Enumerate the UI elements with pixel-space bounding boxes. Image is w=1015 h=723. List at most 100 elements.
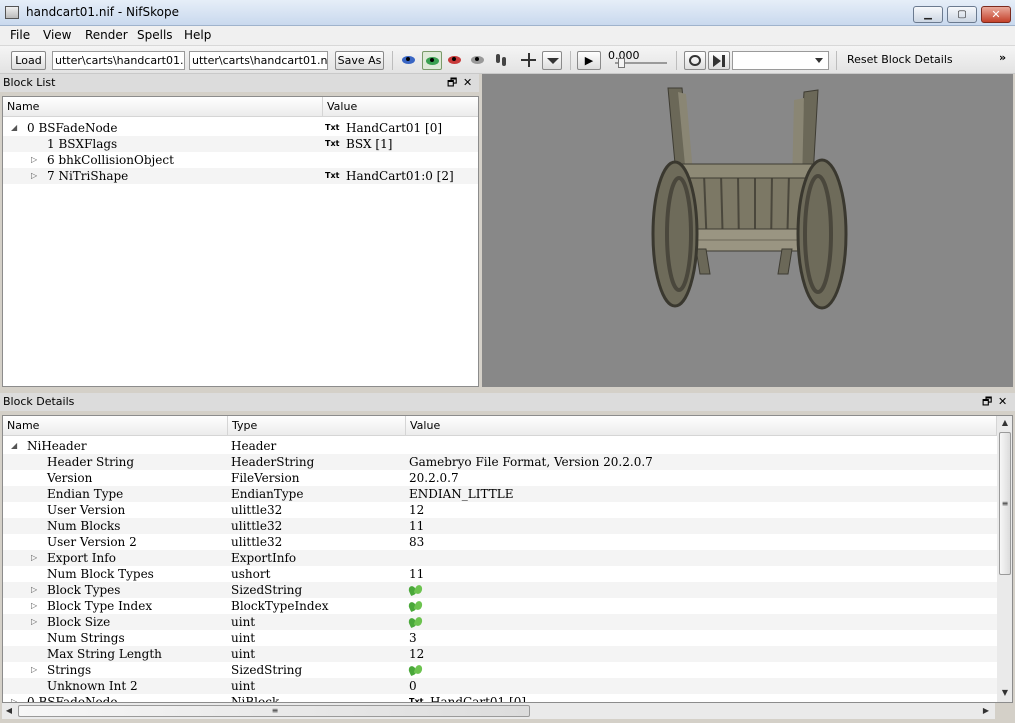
detail-row[interactable]: Max String Length uint 12: [3, 646, 997, 662]
column-header-value[interactable]: Value: [406, 416, 997, 436]
detail-row[interactable]: ▷ Block Types SizedString: [3, 582, 997, 598]
row-type: SizedString: [231, 663, 303, 677]
expand-arrow-icon[interactable]: ▷: [31, 168, 37, 184]
array-leaves-icon[interactable]: [409, 617, 423, 628]
menu-file[interactable]: File: [10, 28, 30, 42]
dock-close-icon[interactable]: ✕: [998, 393, 1007, 411]
minimize-button[interactable]: ▁: [913, 6, 943, 23]
expand-arrow-icon[interactable]: ▷: [31, 152, 37, 168]
block-list-tree[interactable]: Name Value ◢ 0 BSFadeNode Txt HandCart01…: [2, 96, 479, 387]
column-header-name[interactable]: Name: [3, 97, 323, 117]
array-leaves-icon[interactable]: [409, 585, 423, 596]
row-value: HandCart01 [0]: [346, 121, 443, 135]
row-name: User Version: [47, 503, 126, 517]
expand-arrow-icon[interactable]: ▷: [31, 614, 37, 630]
toolbar-overflow-icon[interactable]: »: [999, 51, 1006, 64]
footprints-icon[interactable]: [491, 51, 511, 70]
block-details-title: Block Details: [3, 395, 75, 408]
save-as-button[interactable]: Save As: [335, 51, 384, 70]
dock-float-icon[interactable]: 🗗: [447, 74, 457, 92]
load-path-field[interactable]: utter\carts\handcart01.nif: [52, 51, 185, 70]
collapse-arrow-icon[interactable]: ◢: [11, 120, 17, 136]
dropdown-arrow-icon[interactable]: [542, 51, 562, 70]
scroll-right-icon[interactable]: ▶: [979, 704, 993, 718]
row-type: ulittle32: [231, 519, 283, 533]
tree-row[interactable]: ▷ 7 NiTriShape Txt HandCart01:0 [2]: [3, 168, 478, 184]
toolbar-separator: [392, 51, 393, 70]
menu-render[interactable]: Render: [85, 28, 128, 42]
window-title: handcart01.nif - NifSkope: [26, 5, 179, 19]
menu-help[interactable]: Help: [184, 28, 211, 42]
scroll-up-icon[interactable]: ▲: [997, 416, 1012, 430]
detail-row[interactable]: Num Strings uint 3: [3, 630, 997, 646]
block-details-tree[interactable]: Name Type Value ◢ NiHeader Header Header St…: [2, 415, 1013, 703]
detail-row[interactable]: Header String HeaderString Gamebryo File F…: [3, 454, 997, 470]
view-eye-blue-icon[interactable]: [399, 51, 419, 70]
expand-arrow-icon[interactable]: ▷: [31, 662, 37, 678]
detail-row[interactable]: ◢ NiHeader Header: [3, 438, 997, 454]
step-button[interactable]: [708, 51, 730, 70]
menu-spells[interactable]: Spells: [137, 28, 173, 42]
handcart-model: [651, 87, 848, 310]
row-value: Gamebryo File Format, Version 20.2.0.7: [409, 455, 653, 469]
animation-select[interactable]: [732, 51, 829, 70]
dock-float-icon[interactable]: 🗗: [982, 393, 992, 411]
detail-row[interactable]: Num Block Types ushort 11: [3, 566, 997, 582]
scroll-down-icon[interactable]: ▼: [997, 686, 1012, 700]
save-path-field[interactable]: utter\carts\handcart01.nif: [189, 51, 328, 70]
play-button[interactable]: ▶: [577, 51, 601, 70]
details-horizontal-scrollbar[interactable]: ◀ ≡ ▶: [2, 703, 995, 719]
collapse-arrow-icon[interactable]: ◢: [11, 438, 17, 454]
scroll-left-icon[interactable]: ◀: [2, 704, 16, 718]
close-button[interactable]: ✕: [981, 6, 1011, 23]
detail-row[interactable]: Unknown Int 2 uint 0: [3, 678, 997, 694]
row-type: uint: [231, 615, 256, 629]
detail-row[interactable]: ▷ Strings SizedString: [3, 662, 997, 678]
row-type: ulittle32: [231, 503, 283, 517]
column-header-type[interactable]: Type: [228, 416, 406, 436]
menu-view[interactable]: View: [43, 28, 71, 42]
detail-row[interactable]: ▷ Block Type Index BlockTypeIndex: [3, 598, 997, 614]
detail-row[interactable]: ▷ 0 BSFadeNode NiBlock Txt HandCart01 [0]: [3, 694, 997, 702]
scrollbar-thumb[interactable]: ≡: [18, 705, 530, 717]
row-type: uint: [231, 631, 256, 645]
row-type: Header: [231, 439, 277, 453]
title-bar: handcart01.nif - NifSkope ▁ ▢ ✕: [0, 0, 1015, 26]
row-name: Version: [47, 471, 93, 485]
scrollbar-thumb[interactable]: ≡: [999, 432, 1011, 575]
tree-row[interactable]: ◢ 0 BSFadeNode Txt HandCart01 [0]: [3, 120, 478, 136]
tree-row[interactable]: 1 BSXFlags Txt BSX [1]: [3, 136, 478, 152]
detail-row[interactable]: ▷ Block Size uint: [3, 614, 997, 630]
load-button[interactable]: Load: [11, 51, 46, 70]
reset-block-details-button[interactable]: Reset Block Details: [847, 53, 953, 66]
array-leaves-icon[interactable]: [409, 601, 423, 612]
detail-row[interactable]: User Version ulittle32 12: [3, 502, 997, 518]
dock-close-icon[interactable]: ✕: [463, 74, 472, 92]
loop-button[interactable]: [684, 51, 706, 70]
column-header-name[interactable]: Name: [3, 416, 228, 436]
time-slider-handle[interactable]: [618, 58, 625, 68]
row-type: SizedString: [231, 583, 303, 597]
column-header-value[interactable]: Value: [323, 97, 478, 117]
view-eye-gray-icon[interactable]: [468, 51, 488, 70]
expand-arrow-icon[interactable]: ▷: [31, 598, 37, 614]
maximize-button[interactable]: ▢: [947, 6, 977, 23]
detail-row[interactable]: Endian Type EndianType ENDIAN_LITTLE: [3, 486, 997, 502]
view-eye-red-icon[interactable]: [445, 51, 465, 70]
details-vertical-scrollbar[interactable]: ▲ ≡ ▼: [997, 416, 1012, 702]
detail-row[interactable]: Version FileVersion 20.2.0.7: [3, 470, 997, 486]
row-value: BSX [1]: [346, 137, 393, 151]
detail-row[interactable]: Num Blocks ulittle32 11: [3, 518, 997, 534]
view-eye-green-icon[interactable]: [422, 51, 442, 70]
expand-arrow-icon[interactable]: ▷: [11, 694, 17, 702]
render-viewport[interactable]: [482, 74, 1013, 387]
row-name: Unknown Int 2: [47, 679, 138, 693]
detail-row[interactable]: ▷ Export Info ExportInfo: [3, 550, 997, 566]
expand-arrow-icon[interactable]: ▷: [31, 582, 37, 598]
tree-row[interactable]: ▷ 6 bhkCollisionObject: [3, 152, 478, 168]
array-leaves-icon[interactable]: [409, 665, 423, 676]
expand-arrow-icon[interactable]: ▷: [31, 550, 37, 566]
row-name: 6 bhkCollisionObject: [47, 153, 174, 167]
detail-row[interactable]: User Version 2 ulittle32 83: [3, 534, 997, 550]
axes-icon[interactable]: [519, 51, 539, 70]
